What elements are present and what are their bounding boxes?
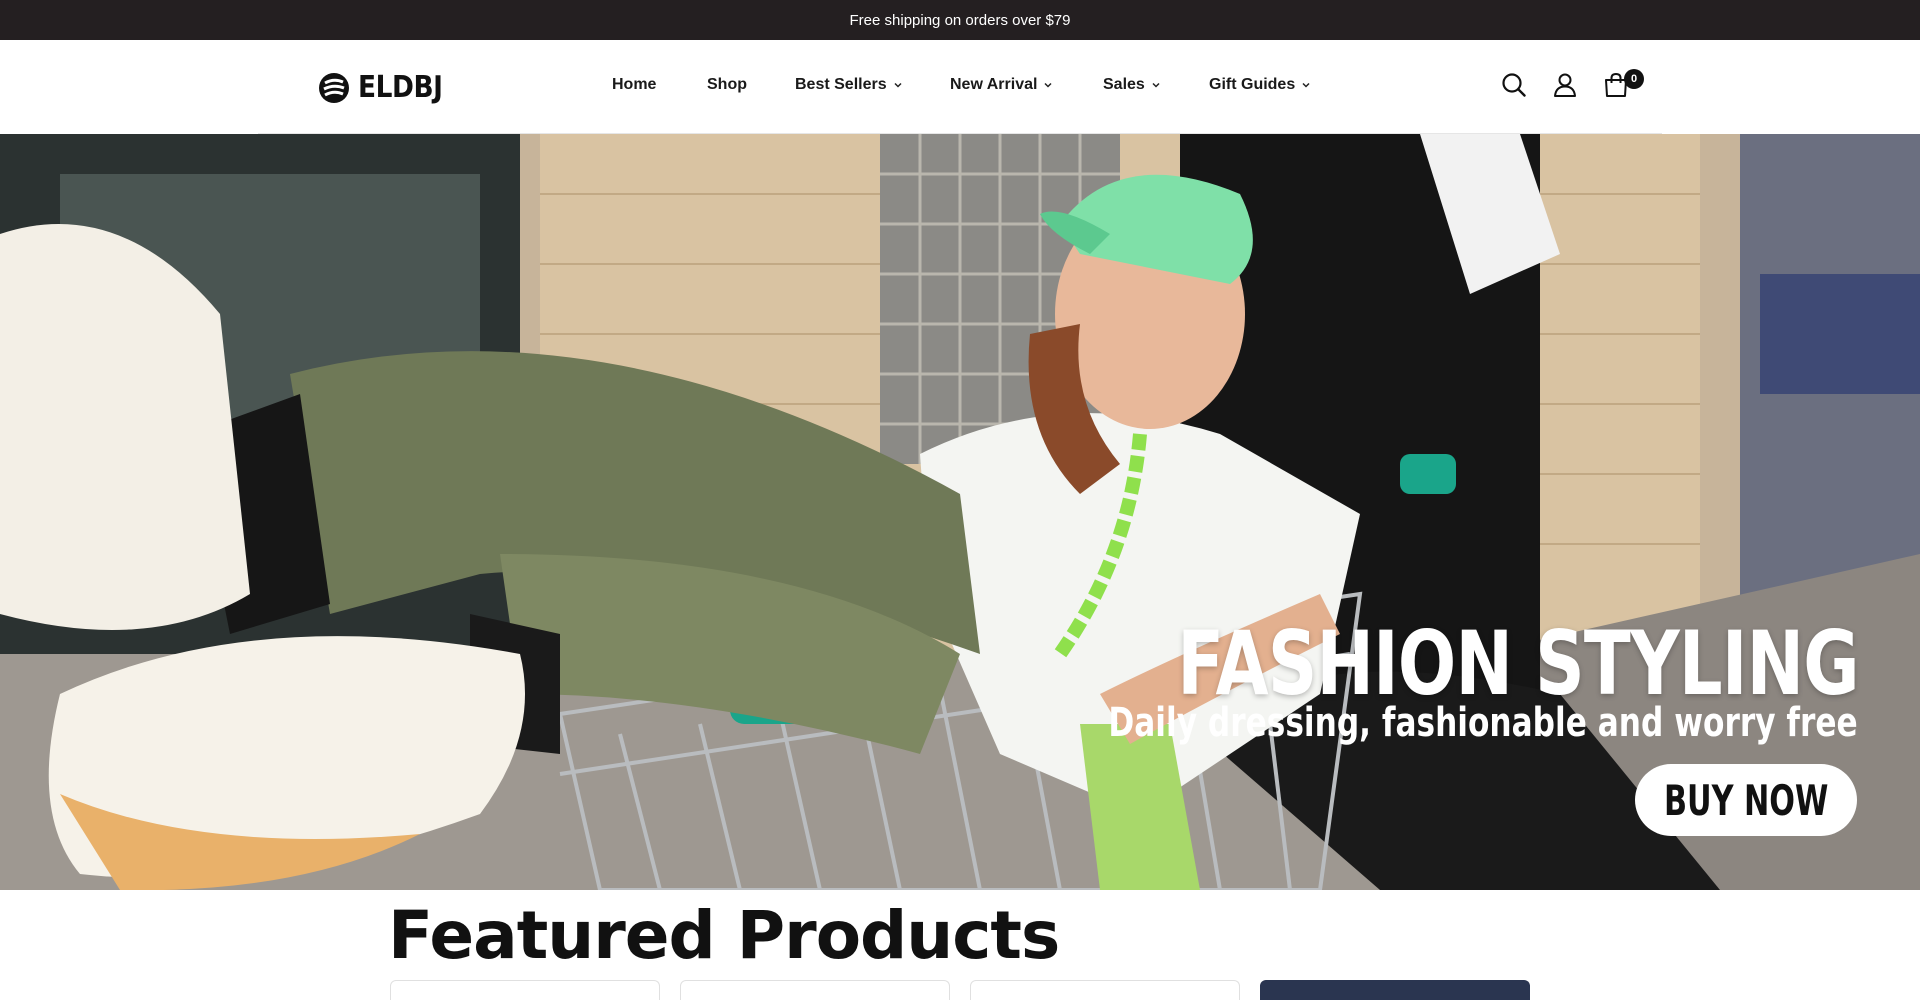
nav-item-sales[interactable]: Sales <box>1103 76 1161 94</box>
hero-banner[interactable]: FASHION STYLING Daily dressing, fashiona… <box>0 134 1920 890</box>
chevron-down-icon <box>894 82 902 88</box>
nav-item-label: Gift Guides <box>1209 76 1296 93</box>
nav-item-label: New Arrival <box>950 76 1038 93</box>
search-icon[interactable] <box>1500 71 1528 99</box>
nav-item-label: Sales <box>1103 76 1145 93</box>
nav-item-new-arrival[interactable]: New Arrival <box>950 76 1053 94</box>
product-card[interactable] <box>1260 980 1530 1000</box>
product-card[interactable] <box>680 980 950 1000</box>
chevron-down-icon <box>1302 82 1310 88</box>
nav-item-best-sellers[interactable]: Best Sellers <box>795 76 903 94</box>
product-card[interactable] <box>970 980 1240 1000</box>
buy-now-label: BUY NOW <box>1663 775 1829 825</box>
user-icon[interactable] <box>1551 71 1579 99</box>
nav-item-gift-guides[interactable]: Gift Guides <box>1209 76 1311 94</box>
chevron-down-icon <box>1152 82 1160 88</box>
announcement-bar: Free shipping on orders over $79 <box>0 0 1920 40</box>
nav-item-label: Home <box>612 76 657 93</box>
nav-item-shop[interactable]: Shop <box>707 76 747 94</box>
site-header: ELDBJ Home Shop Best Sellers New Arrival… <box>0 40 1920 134</box>
nav-item-label: Shop <box>707 76 747 93</box>
announcement-text: Free shipping on orders over $79 <box>849 11 1071 29</box>
product-card[interactable] <box>390 980 660 1000</box>
nav-item-home[interactable]: Home <box>612 76 656 94</box>
buy-now-button[interactable]: BUY NOW <box>1635 764 1857 836</box>
chevron-down-icon <box>1044 82 1052 88</box>
nav-item-label: Best Sellers <box>795 76 887 93</box>
hero-image <box>0 134 1920 890</box>
cart-count-badge: 0 <box>1624 69 1644 89</box>
cart-count: 0 <box>1630 73 1638 85</box>
hero-subtitle: Daily dressing, fashionable and worry fr… <box>1108 700 1858 746</box>
featured-products-heading: Featured Products <box>388 897 1060 974</box>
